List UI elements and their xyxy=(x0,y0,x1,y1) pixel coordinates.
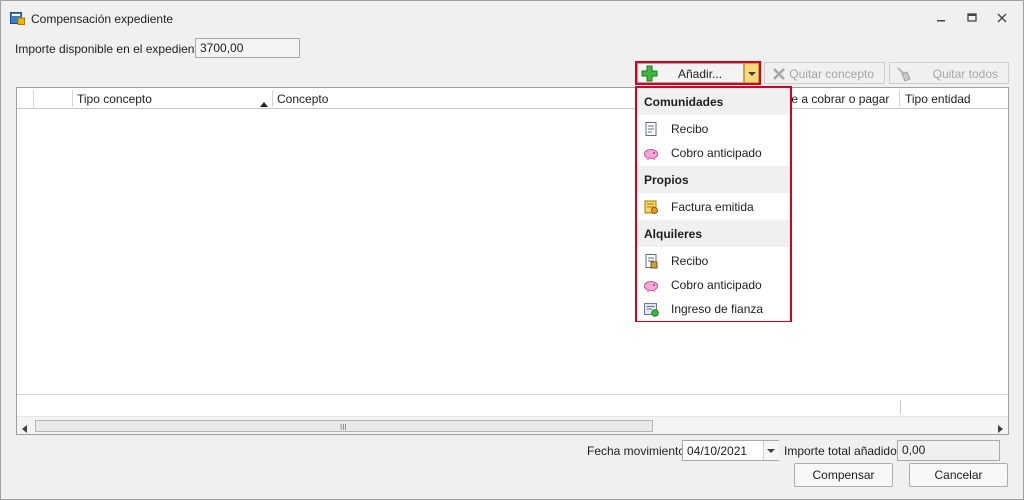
column-header-amount[interactable]: te a cobrar o pagar xyxy=(788,92,889,106)
scroll-right-icon[interactable] xyxy=(998,422,1003,434)
remove-concept-button[interactable]: Quitar concepto xyxy=(764,62,885,84)
movement-date-label: Fecha movimiento: xyxy=(587,444,689,458)
app-folder-icon xyxy=(10,11,25,25)
deposit-icon xyxy=(643,301,659,317)
add-split-button[interactable]: Añadir... xyxy=(635,61,761,85)
scroll-left-icon[interactable] xyxy=(22,422,27,434)
green-plus-icon xyxy=(641,65,658,82)
piggy-bank-icon xyxy=(643,145,659,161)
movement-date-picker[interactable]: 04/10/2021 xyxy=(682,440,779,461)
remove-all-label: Quitar todos xyxy=(932,67,998,81)
column-separator xyxy=(272,90,273,107)
compensation-dialog: Compensación expediente Importe disponib… xyxy=(0,0,1024,500)
title-bar: Compensación expediente xyxy=(1,1,1023,35)
scroll-grip: III xyxy=(340,423,347,432)
total-added-label: Importe total añadido: xyxy=(784,444,901,458)
menu-group-header: Propios xyxy=(637,166,790,193)
footer-column-separator xyxy=(900,400,901,414)
grid-header: Tipo concepto Concepto te a cobrar o pag… xyxy=(17,88,1008,109)
menu-item-own-invoice[interactable]: Factura emitida xyxy=(637,195,790,219)
menu-group-header: Comunidades xyxy=(637,88,790,115)
add-dropdown-arrow[interactable] xyxy=(744,63,759,83)
available-amount-field[interactable]: 3700,00 xyxy=(195,38,300,58)
delete-x-icon xyxy=(771,66,787,82)
piggy-bank-icon xyxy=(643,277,659,293)
remove-all-button[interactable]: Quitar todos xyxy=(889,62,1009,84)
grid-footer-divider xyxy=(17,394,1008,395)
add-button[interactable]: Añadir... xyxy=(637,63,744,83)
movement-date-value: 04/10/2021 xyxy=(687,444,748,458)
column-separator xyxy=(33,90,34,107)
menu-item-rentals-deposit[interactable]: Ingreso de fianza xyxy=(637,297,790,321)
minimize-button[interactable] xyxy=(931,10,951,26)
available-amount-label: Importe disponible en el expediente: xyxy=(15,42,208,56)
add-button-label: Añadir... xyxy=(678,67,723,81)
menu-item-rentals-advance[interactable]: Cobro anticipado xyxy=(637,273,790,297)
menu-group-header: Alquileres xyxy=(637,220,790,247)
remove-concept-label: Quitar concepto xyxy=(789,67,874,81)
menu-item-rentals-receipt[interactable]: Recibo xyxy=(637,249,790,273)
compensate-button[interactable]: Compensar xyxy=(794,463,893,487)
close-button[interactable] xyxy=(992,10,1012,26)
column-separator xyxy=(899,90,900,107)
receipt-icon xyxy=(643,121,659,137)
concepts-grid[interactable]: Tipo concepto Concepto te a cobrar o pag… xyxy=(16,87,1009,435)
column-header-entity-type[interactable]: Tipo entidad xyxy=(905,92,971,106)
menu-item-communities-advance[interactable]: Cobro anticipado xyxy=(637,141,790,165)
scroll-thumb[interactable]: III xyxy=(35,420,653,432)
column-separator xyxy=(72,90,73,107)
column-header-concept-type[interactable]: Tipo concepto xyxy=(77,92,152,106)
sort-ascending-icon xyxy=(260,96,268,110)
broom-icon xyxy=(896,66,912,82)
date-dropdown-button[interactable] xyxy=(763,441,779,460)
horizontal-scrollbar[interactable]: III xyxy=(17,416,1008,434)
cancel-button[interactable]: Cancelar xyxy=(909,463,1008,487)
total-added-field[interactable]: 0,00 xyxy=(897,440,1000,461)
window-title: Compensación expediente xyxy=(31,12,174,26)
receipt-icon xyxy=(643,253,659,269)
add-dropdown-menu: Comunidades Recibo Cobro anticipado Prop… xyxy=(635,86,792,322)
invoice-icon xyxy=(643,199,659,215)
restore-button[interactable] xyxy=(962,10,982,26)
menu-item-communities-receipt[interactable]: Recibo xyxy=(637,117,790,141)
column-header-concept[interactable]: Concepto xyxy=(277,92,328,106)
